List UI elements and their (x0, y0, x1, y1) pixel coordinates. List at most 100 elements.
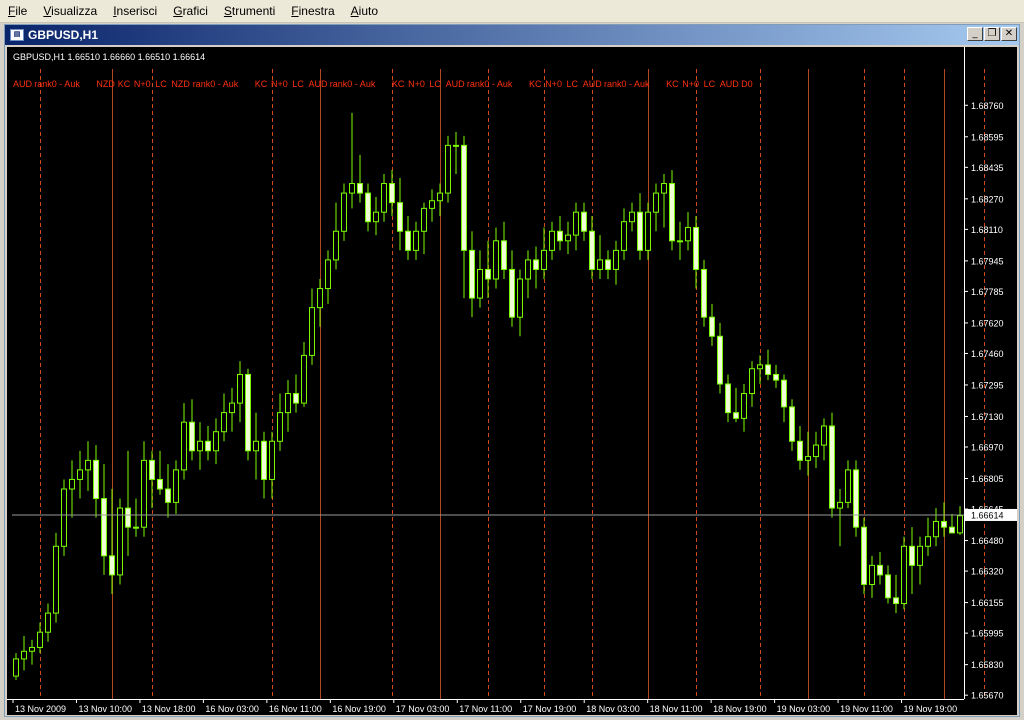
candle-body (197, 440, 203, 452)
candle-body (517, 278, 523, 318)
candle-body (165, 488, 171, 503)
menu-strumenti[interactable]: Strumenti (216, 0, 283, 22)
candle-body (629, 211, 635, 223)
candle-body (557, 230, 563, 242)
candle-body (413, 230, 419, 251)
candle-body (53, 545, 59, 614)
chart-header: GBPUSD,H1 1.66510 1.66660 1.66510 1.6661… (13, 52, 205, 62)
candle-body (285, 393, 291, 414)
candle-body (405, 230, 411, 251)
candle-body (597, 259, 603, 270)
y-tick-label: 1.67460 (971, 349, 1004, 359)
event-label: LC (292, 79, 304, 89)
candle-body (493, 240, 499, 280)
candle-body (29, 646, 35, 652)
x-tick-label: 17 Nov 11:00 (459, 704, 512, 714)
candle-body (69, 478, 75, 490)
candle-body (797, 440, 803, 461)
minimize-button[interactable]: _ (967, 27, 983, 41)
y-tick-label: 1.68760 (971, 101, 1004, 111)
candle-body (861, 526, 867, 585)
event-label: rank0 - Auk (34, 79, 80, 89)
event-label: AUD (720, 79, 740, 89)
event-label: AUD (309, 79, 329, 89)
event-label: AUD (583, 79, 603, 89)
candle-body (461, 144, 467, 251)
candle-body (949, 526, 955, 534)
candle-body (429, 200, 435, 209)
menu-file[interactable]: File (0, 0, 35, 22)
y-tick-label: 1.68595 (971, 132, 1004, 142)
candle-body (309, 307, 315, 356)
menu-visualizza[interactable]: Visualizza (35, 0, 105, 22)
y-tick-label: 1.65670 (971, 691, 1004, 701)
candle-body (637, 211, 643, 251)
event-label: KC (666, 79, 679, 89)
y-tick-label: 1.65830 (971, 660, 1004, 670)
candlestick-chart[interactable]: AUD rank0 - Auk NZD KC N+0 LC NZD rank0 - Auk KC… (7, 47, 1017, 715)
event-label: rank0 - Auk (330, 79, 376, 89)
candle-body (741, 393, 747, 419)
candle-body (621, 221, 627, 251)
candle-body (317, 288, 323, 309)
candle-body (765, 364, 771, 375)
candle-body (773, 373, 779, 381)
y-tick-label: 1.66805 (971, 474, 1004, 484)
event-label: N+0 (408, 79, 425, 89)
menu-inserisci[interactable]: Inserisci (105, 0, 165, 22)
x-tick-label: 18 Nov 03:00 (586, 704, 640, 714)
candle-body (829, 425, 835, 509)
candle-body (613, 249, 619, 270)
candle-body (781, 379, 787, 408)
candle-body (893, 597, 899, 605)
candle-body (117, 507, 123, 576)
x-tick-label: 13 Nov 2009 (15, 704, 66, 714)
candle-body (589, 230, 595, 270)
event-label: rank0 - Auk (193, 79, 239, 89)
candle-body (757, 364, 763, 370)
candle-body (933, 520, 939, 538)
candle-body (509, 268, 515, 318)
candle-body (453, 144, 459, 147)
y-tick-label: 1.68435 (971, 163, 1004, 173)
y-tick-label: 1.65995 (971, 629, 1004, 639)
chart-area[interactable]: AUD rank0 - Auk NZD KC N+0 LC NZD rank0 - Auk KC… (7, 47, 1017, 715)
menu-aiuto[interactable]: Aiuto (343, 0, 386, 22)
candle-body (13, 658, 19, 677)
candle-body (653, 192, 659, 213)
current-price-label: 1.66614 (971, 510, 1004, 520)
candle-body (789, 406, 795, 442)
candle-body (277, 412, 283, 442)
y-tick-label: 1.67620 (971, 318, 1004, 328)
menu-grafici[interactable]: Grafici (165, 0, 216, 22)
event-label: LC (567, 79, 579, 89)
event-label: D0 (741, 79, 753, 89)
candle-body (477, 268, 483, 299)
candle-body (693, 226, 699, 270)
candle-body (21, 650, 27, 660)
candle-body (901, 545, 907, 605)
close-button[interactable]: ✕ (1001, 27, 1017, 41)
event-label: LC (429, 79, 441, 89)
candle-body (245, 373, 251, 452)
x-tick-label: 16 Nov 19:00 (332, 704, 386, 714)
x-tick-label: 18 Nov 11:00 (650, 704, 703, 714)
candle-body (77, 469, 83, 480)
candle-body (109, 555, 115, 576)
candle-body (205, 440, 211, 452)
candle-body (421, 207, 427, 232)
candle-body (125, 507, 131, 528)
window-title: GBPUSD,H1 (28, 28, 99, 42)
candle-body (669, 183, 675, 242)
candle-body (141, 459, 147, 528)
candle-body (445, 144, 451, 194)
x-tick-label: 17 Nov 03:00 (396, 704, 450, 714)
candle-body (853, 469, 859, 528)
menu-finestra[interactable]: Finestra (283, 0, 342, 22)
x-tick-label: 13 Nov 10:00 (78, 704, 132, 714)
x-tick-label: 17 Nov 19:00 (523, 704, 577, 714)
candle-body (549, 230, 555, 251)
window-titlebar[interactable]: ▤ GBPUSD,H1 _ ❐ ✕ (5, 25, 1019, 45)
restore-button[interactable]: ❐ (984, 27, 1000, 41)
event-label: KC (118, 79, 131, 89)
